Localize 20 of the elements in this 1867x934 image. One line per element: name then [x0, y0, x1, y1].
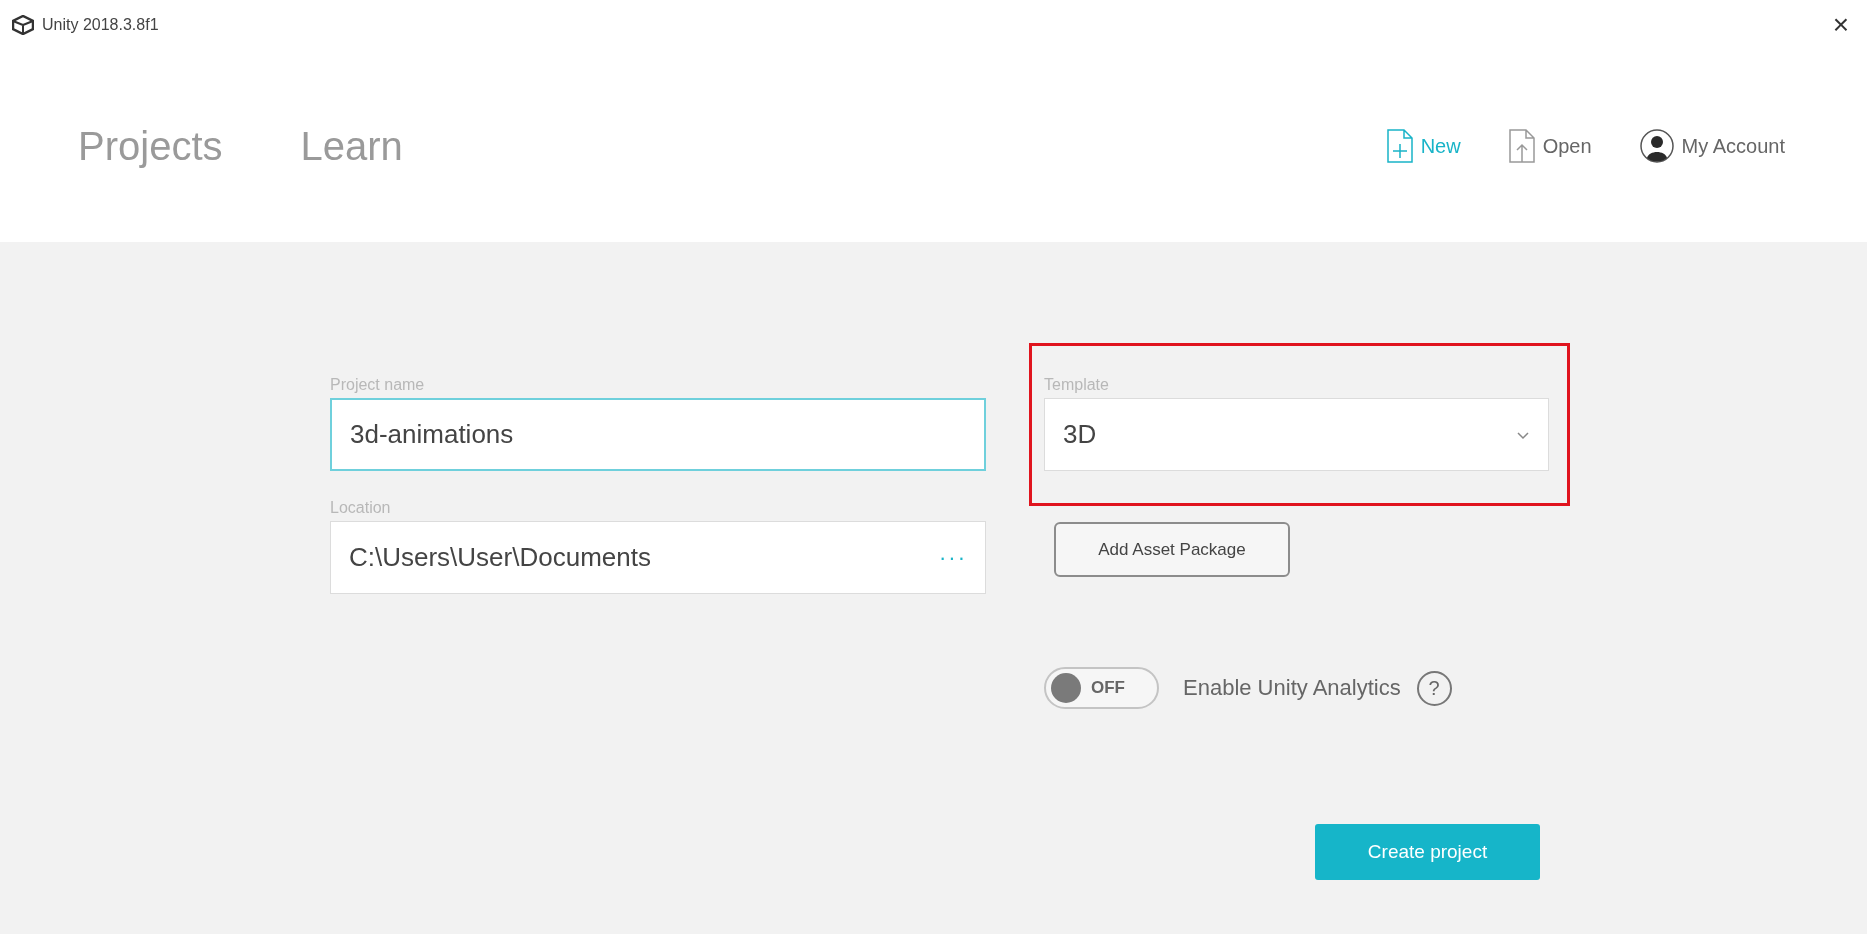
template-dropdown[interactable]: 3D — [1044, 398, 1549, 471]
field-label: Template — [1044, 375, 1110, 395]
field-label: Location — [330, 498, 392, 518]
avatar-icon — [1639, 129, 1674, 163]
upload-file-icon — [1508, 129, 1535, 163]
account-action[interactable]: My Account — [1639, 129, 1785, 163]
location-field[interactable]: C:\Users\User\Documents ··· — [330, 521, 986, 594]
analytics-toggle[interactable]: OFF — [1044, 667, 1159, 709]
window-title: Unity 2018.3.8f1 — [42, 16, 159, 34]
open-action[interactable]: Open — [1508, 129, 1592, 163]
new-file-icon — [1386, 129, 1413, 163]
analytics-label: Enable Unity Analytics — [1183, 675, 1401, 701]
chevron-down-icon — [1516, 429, 1530, 440]
cube-logo-icon — [12, 15, 34, 35]
close-button[interactable]: × — [1826, 9, 1855, 41]
add-asset-package-button[interactable]: Add Asset Package — [1054, 522, 1290, 577]
location-value: C:\Users\User\Documents — [349, 542, 651, 573]
help-icon[interactable]: ? — [1416, 670, 1452, 706]
project-name-field[interactable]: 3d-animations — [330, 398, 986, 471]
field-label: Project name — [330, 375, 426, 395]
